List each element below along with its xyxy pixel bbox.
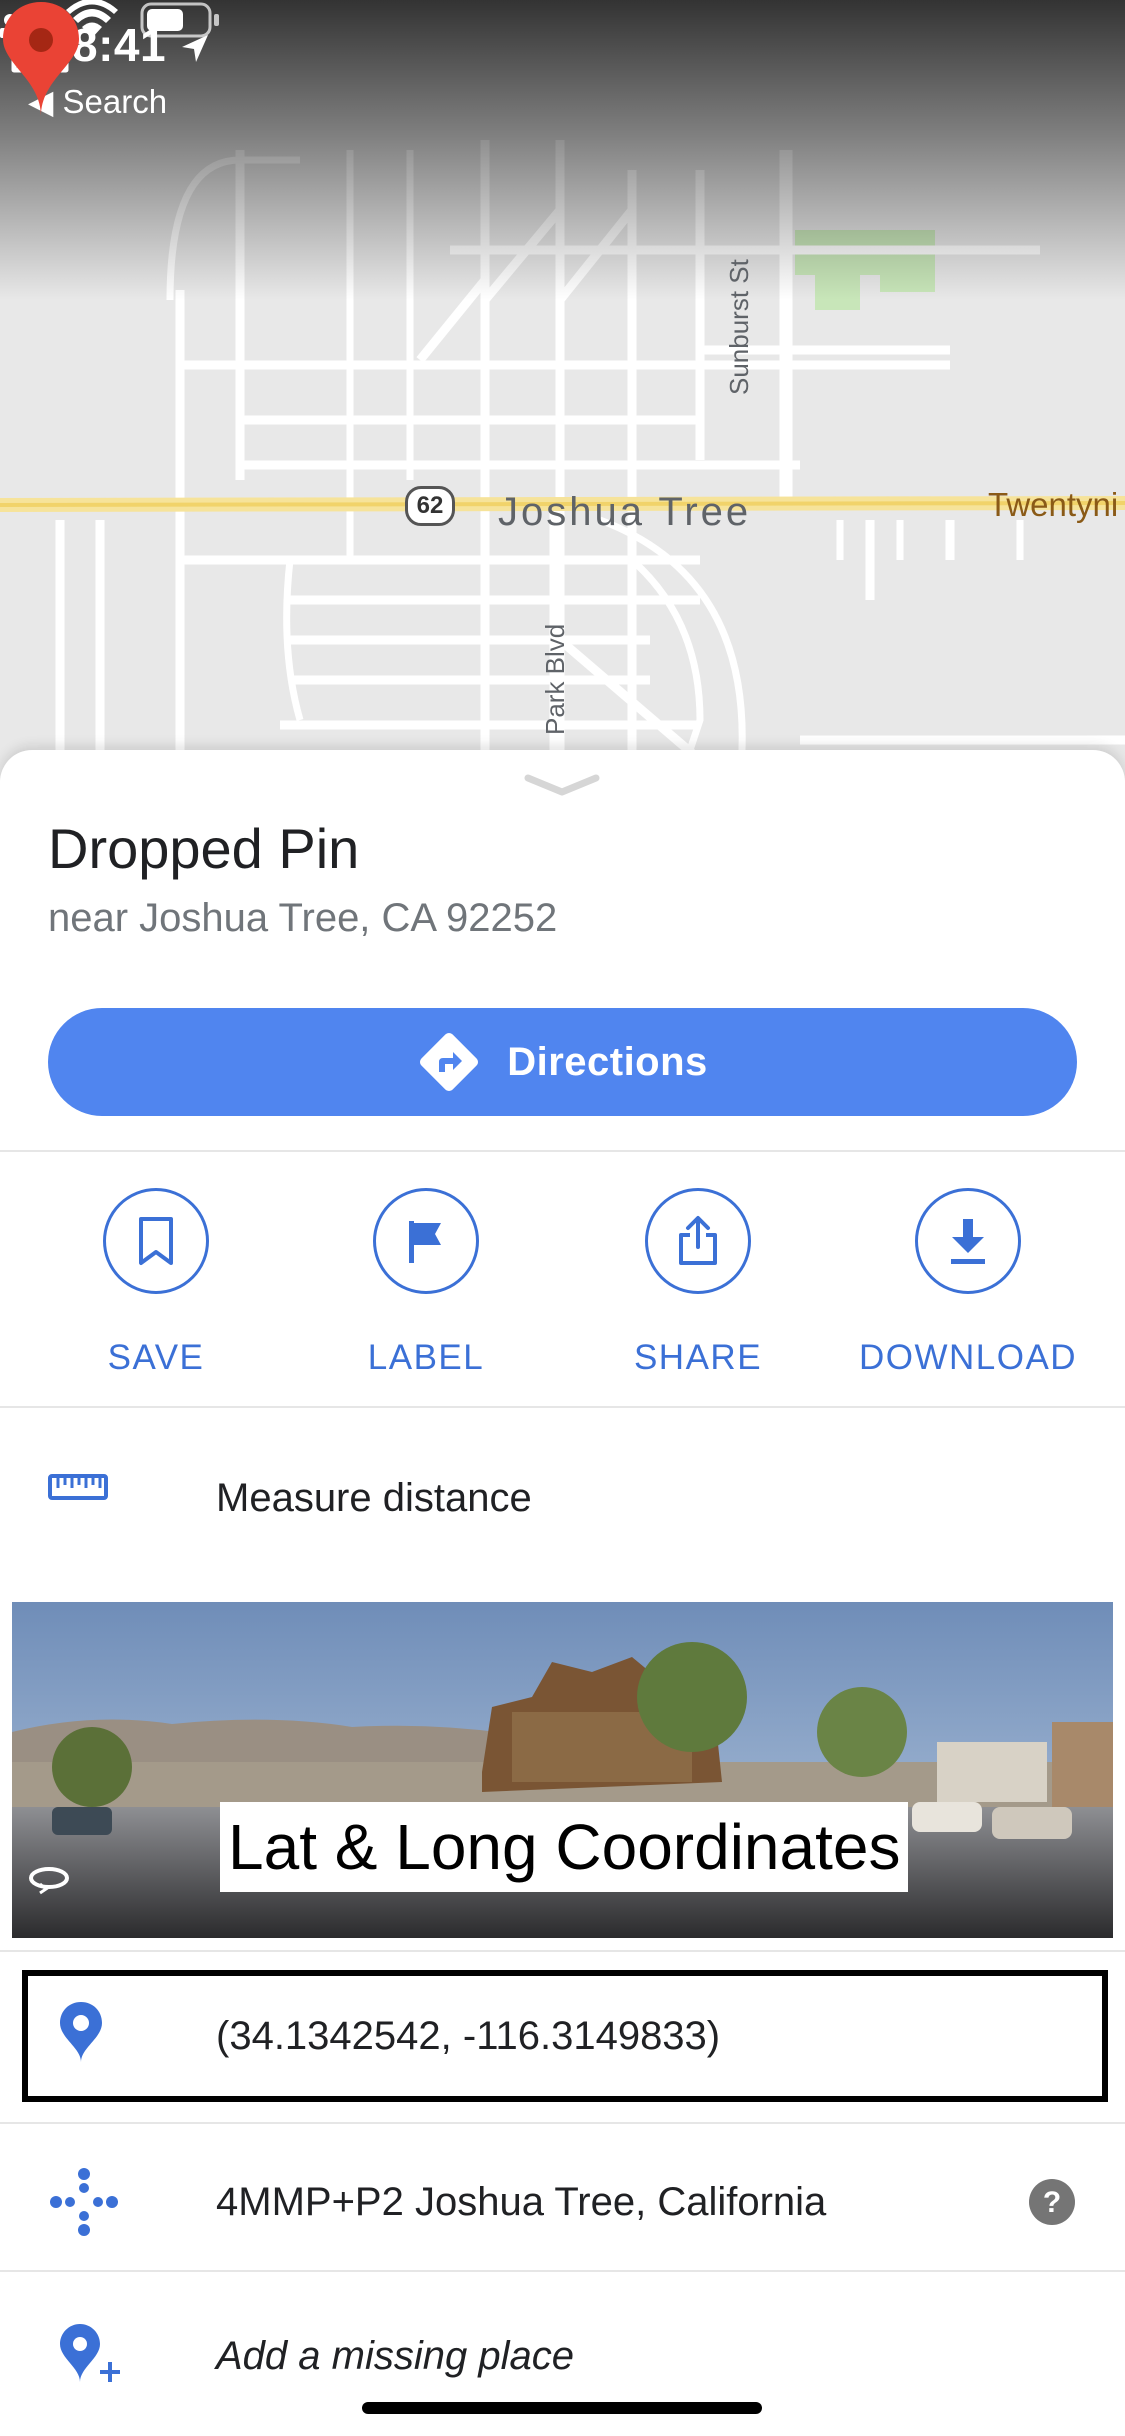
street-view-caption: Lat & Long Coordinates [220,1802,909,1892]
flag-icon [409,1221,441,1263]
divider [0,1150,1125,1152]
coordinates-highlight-box [22,1970,1108,2102]
help-icon[interactable]: ? [1028,2178,1076,2226]
add-location-icon [60,2324,120,2382]
divider [0,2270,1125,2272]
download-label: DOWNLOAD [858,1338,1078,1377]
map-top-shade [0,0,1125,300]
measure-distance-label: Measure distance [216,1476,532,1520]
divider [0,1406,1125,1408]
map-label-highway: Twentyni [988,486,1119,523]
directions-button[interactable]: Directions [48,1008,1077,1116]
share-action-button[interactable]: SHARE [578,1188,818,1408]
download-button[interactable]: DOWNLOAD [848,1188,1088,1408]
plus-code-value: 4MMP+P2 Joshua Tree, California [216,2180,827,2224]
place-title: Dropped Pin [48,817,360,880]
divider [0,2122,1125,2124]
ruler-icon [48,1474,108,1500]
save-button[interactable]: SAVE [36,1188,276,1408]
360-view-icon[interactable] [26,1856,72,1902]
save-label: SAVE [107,1338,205,1377]
plus-code-row[interactable]: 4MMP+P2 Joshua Tree, California ? [0,2136,1125,2268]
label-label: LABEL [367,1338,485,1377]
map-label-park-blvd: Park Blvd [540,623,570,735]
bookmark-icon [139,1217,173,1265]
measure-distance-row[interactable]: Measure distance [0,1440,1125,1560]
divider [0,1950,1125,1952]
highway-shield: 62 [405,486,455,526]
action-row: SAVE LABEL SHARE DOWNLOAD [0,1188,1125,1408]
plus-code-icon [50,2168,118,2236]
place-subtitle: near Joshua Tree, CA 92252 [48,896,558,940]
add-missing-place-row[interactable]: Add a missing place [0,2290,1125,2410]
share-icon [679,1216,717,1265]
sheet-handle-icon[interactable] [522,770,602,800]
download-icon [951,1219,985,1264]
directions-icon [420,1032,479,1092]
label-button[interactable]: LABEL [306,1188,546,1408]
add-missing-place-label: Add a missing place [216,2334,574,2378]
directions-label: Directions [507,1039,708,1084]
place-sheet: Dropped Pin near Joshua Tree, CA 92252 D… [0,750,1125,2436]
battery-icon [140,2,219,38]
map-label-town: Joshua Tree [498,490,752,534]
svg-text:?: ? [1043,2186,1061,2219]
home-indicator[interactable] [362,2402,762,2414]
map-view[interactable]: 8:41 ◀ Search Sunburst St Park Blvd 62 J… [0,0,1125,780]
share-label: SHARE [633,1338,763,1377]
map-pin-icon[interactable] [0,0,82,118]
map-label-sunburst: Sunburst St [724,259,754,395]
